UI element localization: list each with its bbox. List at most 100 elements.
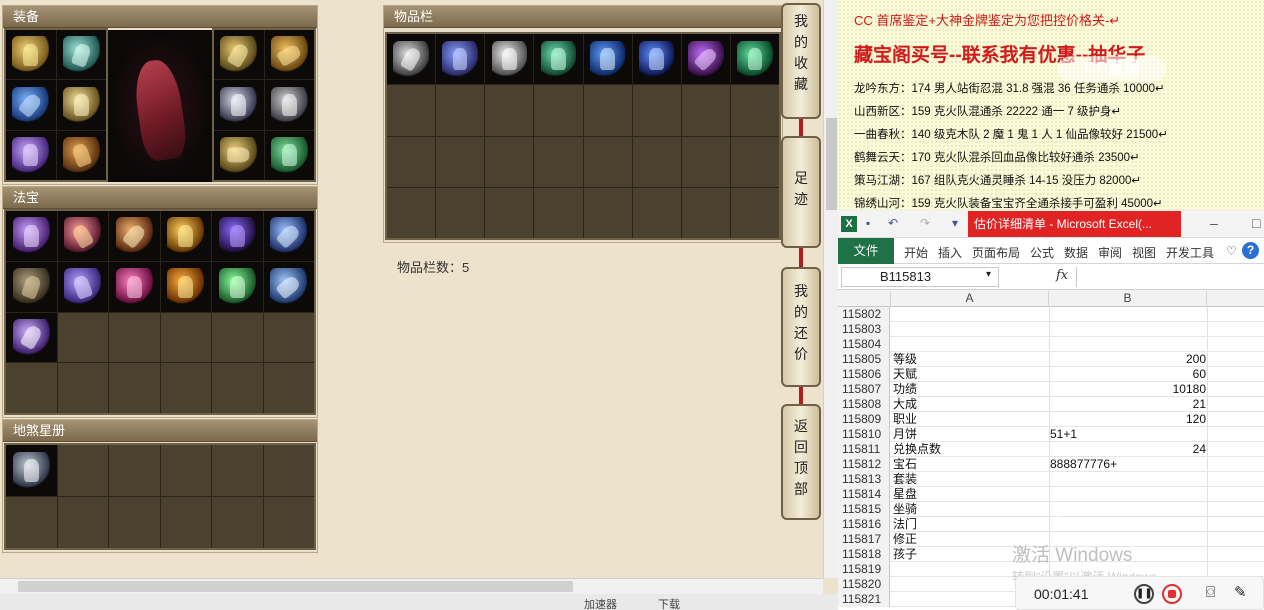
- empty-slot[interactable]: [263, 363, 314, 413]
- inventory-slot-blue-gem[interactable]: [583, 34, 632, 85]
- tab-insert[interactable]: 插入: [938, 244, 962, 261]
- cell-a[interactable]: 天赋: [893, 367, 1048, 382]
- tab-data[interactable]: 数据: [1064, 244, 1088, 261]
- empty-slot[interactable]: [109, 445, 160, 496]
- empty-slot[interactable]: [436, 85, 485, 136]
- empty-slot[interactable]: [212, 312, 263, 363]
- treasure-slot[interactable]: [6, 261, 57, 312]
- empty-slot[interactable]: [109, 497, 160, 548]
- fx-icon[interactable]: fx: [1056, 268, 1068, 283]
- empty-slot[interactable]: [681, 136, 730, 187]
- inventory-slot-ring[interactable]: [485, 34, 534, 85]
- inventory-slot-purple-gem[interactable]: [681, 34, 730, 85]
- table-row[interactable]: 115804: [838, 337, 1264, 352]
- star-book-slot[interactable]: [6, 445, 57, 496]
- empty-slot[interactable]: [583, 136, 632, 187]
- tab-home[interactable]: 开始: [904, 244, 928, 261]
- row-number[interactable]: 115810: [838, 427, 890, 442]
- namebox-dropdown-icon[interactable]: ▾: [986, 269, 991, 280]
- equip-slot-hat[interactable]: [6, 30, 56, 80]
- empty-slot[interactable]: [263, 445, 314, 496]
- empty-slot[interactable]: [109, 363, 160, 413]
- redo-icon[interactable]: ↷: [920, 216, 930, 230]
- scroll-thumb[interactable]: [18, 581, 573, 592]
- equip-slot-weapon[interactable]: [6, 80, 56, 130]
- row-number[interactable]: 115815: [838, 502, 890, 517]
- empty-slot[interactable]: [160, 445, 211, 496]
- empty-slot[interactable]: [387, 187, 436, 238]
- empty-slot[interactable]: [263, 312, 314, 363]
- accelerator-label[interactable]: 加速器: [584, 596, 617, 610]
- cell-b[interactable]: 21: [1050, 397, 1206, 412]
- cell-b[interactable]: 888877776+: [1050, 457, 1206, 472]
- maximize-icon[interactable]: □: [1252, 215, 1260, 231]
- empty-slot[interactable]: [485, 187, 534, 238]
- empty-slot[interactable]: [6, 363, 57, 413]
- row-number[interactable]: 115812: [838, 457, 890, 472]
- treasure-slot[interactable]: [263, 211, 314, 261]
- treasure-slot[interactable]: [57, 261, 108, 312]
- row-number[interactable]: 115818: [838, 547, 890, 562]
- column-header-b[interactable]: B: [1049, 291, 1207, 307]
- cell-a[interactable]: 星盘: [893, 487, 1048, 502]
- cell-a[interactable]: 套装: [893, 472, 1048, 487]
- cell-a[interactable]: 坐骑: [893, 502, 1048, 517]
- tab-developer[interactable]: 开发工具: [1166, 244, 1214, 261]
- empty-slot[interactable]: [632, 136, 681, 187]
- empty-slot[interactable]: [436, 187, 485, 238]
- formula-input[interactable]: [1076, 267, 1262, 287]
- undo-icon[interactable]: ↶: [888, 216, 898, 230]
- row-number[interactable]: 115821: [838, 592, 890, 607]
- row-number[interactable]: 115806: [838, 367, 890, 382]
- row-number[interactable]: 115814: [838, 487, 890, 502]
- column-header-a[interactable]: A: [891, 291, 1049, 307]
- treasure-slot[interactable]: [212, 261, 263, 312]
- empty-slot[interactable]: [730, 187, 779, 238]
- empty-slot[interactable]: [436, 136, 485, 187]
- treasure-slot[interactable]: [263, 261, 314, 312]
- equip-slot-necklace[interactable]: [56, 30, 106, 80]
- cell-b[interactable]: 24: [1050, 442, 1206, 457]
- treasure-slot[interactable]: [57, 211, 108, 261]
- cell-b[interactable]: 60: [1050, 367, 1206, 382]
- table-row[interactable]: 115812 宝石 888877776+: [838, 457, 1264, 472]
- empty-slot[interactable]: [583, 187, 632, 238]
- tab-page-layout[interactable]: 页面布局: [972, 244, 1020, 261]
- pause-icon[interactable]: ❚❚: [1134, 584, 1154, 604]
- equip-slot-boots[interactable]: [56, 130, 106, 180]
- empty-slot[interactable]: [387, 136, 436, 187]
- empty-slot[interactable]: [160, 497, 211, 548]
- treasure-slot[interactable]: [6, 312, 57, 363]
- row-number[interactable]: 115819: [838, 562, 890, 577]
- cell-a[interactable]: 职业: [893, 412, 1048, 427]
- empty-slot[interactable]: [212, 497, 263, 548]
- select-all-corner[interactable]: [838, 291, 891, 307]
- empty-slot[interactable]: [730, 85, 779, 136]
- empty-slot[interactable]: [681, 85, 730, 136]
- table-row[interactable]: 115811 兑换点数 24: [838, 442, 1264, 457]
- equip-slot-jade[interactable]: [264, 130, 314, 180]
- empty-slot[interactable]: [534, 85, 583, 136]
- empty-slot[interactable]: [160, 363, 211, 413]
- cell-a[interactable]: 月饼: [893, 427, 1048, 442]
- treasure-slot[interactable]: [109, 211, 160, 261]
- empty-slot[interactable]: [681, 187, 730, 238]
- cell-a[interactable]: 法门: [893, 517, 1048, 532]
- row-number[interactable]: 115803: [838, 322, 890, 337]
- empty-slot[interactable]: [57, 445, 108, 496]
- camera-icon[interactable]: ⌼: [1206, 584, 1215, 601]
- row-number[interactable]: 115809: [838, 412, 890, 427]
- empty-slot[interactable]: [632, 187, 681, 238]
- inventory-slot-green-gem-2[interactable]: [730, 34, 779, 85]
- cell-a[interactable]: 大成: [893, 397, 1048, 412]
- cell-b[interactable]: 51+1: [1050, 427, 1206, 442]
- empty-slot[interactable]: [212, 363, 263, 413]
- back-to-top-button[interactable]: 返 回 顶 部: [781, 404, 821, 520]
- stop-record-icon[interactable]: [1162, 584, 1182, 604]
- row-number[interactable]: 115811: [838, 442, 890, 457]
- empty-slot[interactable]: [534, 136, 583, 187]
- table-row[interactable]: 115814 星盘: [838, 487, 1264, 502]
- page-vertical-scrollbar[interactable]: [823, 0, 838, 578]
- cell-a[interactable]: 宝石: [893, 457, 1048, 472]
- customize-icon[interactable]: ▾: [952, 216, 958, 230]
